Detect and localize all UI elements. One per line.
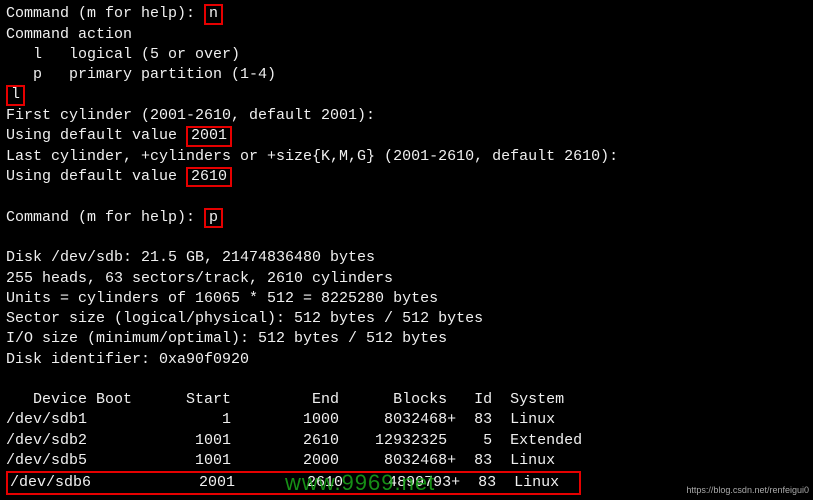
action-header: Command action <box>6 25 807 45</box>
blank1 <box>6 187 807 207</box>
first-cylinder: First cylinder (2001-2610, default 2001)… <box>6 106 807 126</box>
default1-highlight: 2001 <box>186 126 232 147</box>
default1-val: 2001 <box>191 127 227 144</box>
action-primary: p primary partition (1-4) <box>6 65 807 85</box>
cmd-prompt-line: Command (m for help): n <box>6 4 807 25</box>
disk-l5: I/O size (minimum/optimal): 512 bytes / … <box>6 329 807 349</box>
input-n-highlight: n <box>204 4 223 25</box>
cmd2-prompt: Command (m for help): <box>6 209 204 226</box>
disk-l2: 255 heads, 63 sectors/track, 2610 cylind… <box>6 269 807 289</box>
disk-l3: Units = cylinders of 16065 * 512 = 82252… <box>6 289 807 309</box>
cmd2-line: Command (m for help): p <box>6 208 807 229</box>
blank3 <box>6 370 807 390</box>
table-row: /dev/sdb1 1 1000 8032468+ 83 Linux <box>6 410 807 430</box>
watermark-text: www.9969.net <box>285 468 435 498</box>
table-row: /dev/sdb2 1001 2610 12932325 5 Extended <box>6 431 807 451</box>
default2-highlight: 2610 <box>186 167 232 188</box>
blank2 <box>6 228 807 248</box>
action-logical: l logical (5 or over) <box>6 45 807 65</box>
disk-l1: Disk /dev/sdb: 21.5 GB, 21474836480 byte… <box>6 248 807 268</box>
default1-line: Using default value 2001 <box>6 126 807 147</box>
default2-pre: Using default value <box>6 168 186 185</box>
source-url: https://blog.csdn.net/renfeigui0 <box>686 484 809 496</box>
input-p: p <box>209 209 218 226</box>
input-l-highlight: l <box>6 85 25 106</box>
last-cylinder: Last cylinder, +cylinders or +size{K,M,G… <box>6 147 807 167</box>
disk-l6: Disk identifier: 0xa90f0920 <box>6 350 807 370</box>
input-l: l <box>11 86 20 103</box>
default2-line: Using default value 2610 <box>6 167 807 188</box>
disk-l4: Sector size (logical/physical): 512 byte… <box>6 309 807 329</box>
ltype-line: l <box>6 85 807 106</box>
cmd-prompt: Command (m for help): <box>6 5 204 22</box>
input-n: n <box>209 5 218 22</box>
input-p-highlight: p <box>204 208 223 229</box>
table-header: Device Boot Start End Blocks Id System <box>6 390 807 410</box>
default2-val: 2610 <box>191 168 227 185</box>
default1-pre: Using default value <box>6 127 186 144</box>
